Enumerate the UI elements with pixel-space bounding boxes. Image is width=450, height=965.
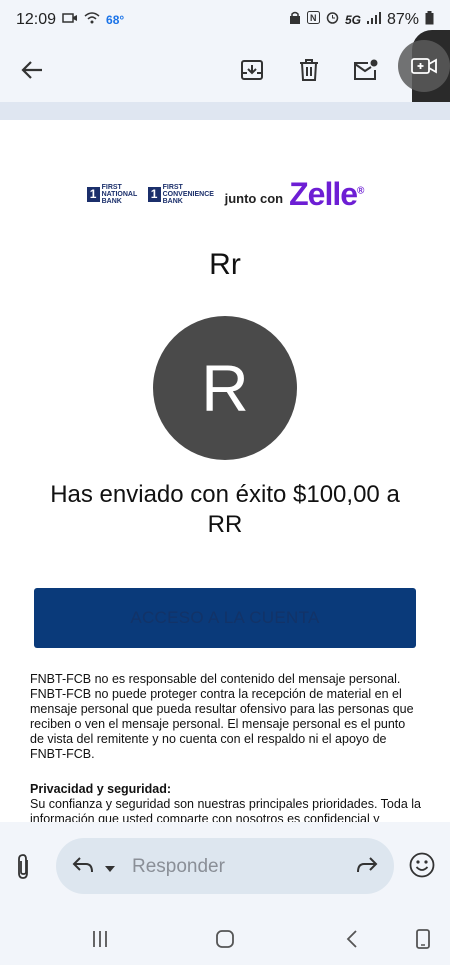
mark-unread-button[interactable]: [350, 54, 382, 86]
video-icon: [411, 58, 437, 74]
battery-level: 87%: [386, 11, 419, 28]
forward-icon[interactable]: [356, 856, 378, 879]
lock-icon: [289, 11, 301, 29]
trash-icon: [300, 59, 318, 81]
reply-bar: Responder: [0, 822, 450, 912]
zelle-logo: Zelle®: [289, 175, 364, 212]
privacy-text: Su confianza y seguridad son nuestras pr…: [30, 797, 421, 822]
mail-unread-icon: [354, 59, 378, 80]
signal-icon: [366, 11, 381, 29]
bank-logo-mark: 1: [86, 186, 100, 202]
status-bar: 12:09 68° N 5G 87%: [0, 0, 450, 40]
zelle-wordmark: Zelle: [289, 175, 358, 212]
home-icon: [216, 930, 234, 948]
first-national-bank-logo: 1 FIRST NATIONAL BANK: [86, 183, 142, 205]
emoji-button[interactable]: [409, 852, 435, 883]
keyboard-toggle-button[interactable]: [409, 926, 437, 952]
archive-icon: [241, 60, 263, 80]
paperclip-icon: [18, 854, 28, 879]
temperature: 68°: [106, 13, 125, 27]
reply-placeholder: Responder: [132, 856, 225, 877]
back-arrow-icon: [21, 61, 42, 79]
archive-button[interactable]: [236, 54, 268, 86]
pip-expand-button[interactable]: [398, 40, 450, 92]
account-access-label: ACCESO A LA CUENTA: [130, 608, 320, 627]
bank-name-1: FIRST NATIONAL BANK: [101, 183, 138, 205]
avatar: R: [153, 316, 297, 460]
delete-button[interactable]: [293, 54, 325, 86]
recipient-name: Rr: [209, 248, 241, 281]
video-notification-icon: [62, 11, 78, 29]
bank-logo-mark-2: 1: [147, 186, 161, 202]
home-button[interactable]: [211, 926, 239, 952]
success-message: Has enviado con éxito $100,00 a RR: [50, 481, 400, 538]
first-convenience-bank-logo: 1 FIRST CONVENIENCE BANK: [147, 183, 219, 205]
nfc-icon: N: [306, 11, 320, 29]
account-access-button[interactable]: ACCESO A LA CUENTA: [34, 588, 416, 648]
privacy-heading: Privacidad y seguridad:: [30, 782, 172, 796]
back-chevron-icon: [346, 930, 357, 948]
attach-button[interactable]: [16, 854, 32, 885]
phone-rotate-icon: [416, 929, 430, 949]
back-nav-button[interactable]: [338, 926, 366, 952]
system-nav-bar: [0, 912, 450, 965]
recent-apps-icon: [93, 931, 107, 947]
chevron-down-icon[interactable]: [104, 860, 116, 878]
network-type: 5G: [344, 13, 361, 27]
emoji-icon: [409, 852, 435, 878]
alarm-icon: [326, 11, 339, 29]
avatar-letter: R: [201, 351, 249, 425]
reply-icon[interactable]: [72, 856, 94, 879]
reply-input[interactable]: Responder: [56, 838, 394, 894]
email-toolbar: [0, 40, 450, 102]
email-header-band: [0, 102, 450, 120]
battery-icon: [425, 10, 434, 30]
back-button[interactable]: [16, 54, 48, 86]
recent-apps-button[interactable]: [86, 926, 114, 952]
brand-logos: 1 FIRST NATIONAL BANK 1 FIRST CONVENIENC…: [0, 174, 450, 214]
wifi-icon: [84, 11, 100, 29]
disclaimer-text: FNBT-FCB no es responsable del contenido…: [30, 672, 414, 761]
email-body: 1 FIRST NATIONAL BANK 1 FIRST CONVENIENC…: [0, 102, 450, 822]
bank-name-2: FIRST CONVENIENCE BANK: [162, 183, 214, 205]
svg-text:N: N: [310, 13, 317, 23]
clock: 12:09: [16, 11, 57, 28]
junto-con-text: junto con: [224, 190, 284, 206]
